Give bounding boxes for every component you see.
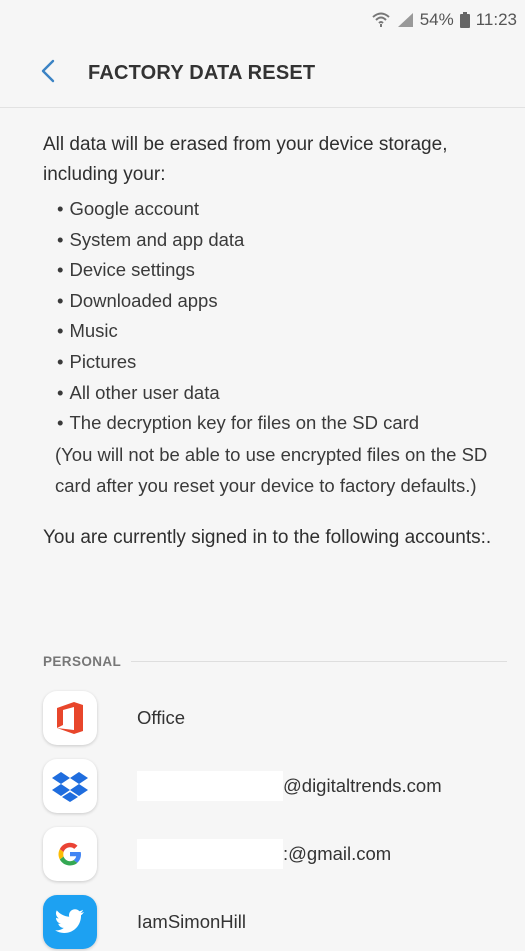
list-item: • Google account — [57, 198, 200, 219]
reset-description: All data will be erased from your device… — [43, 130, 503, 553]
list-item: • Pictures — [57, 350, 137, 372]
account-name: @digitaltrends.com — [137, 771, 442, 801]
redacted-text — [137, 771, 283, 801]
wifi-icon — [372, 12, 390, 28]
section-label: PERSONAL — [43, 654, 122, 669]
intro-text: All data will be erased from your device… — [43, 134, 448, 185]
app-bar: FACTORY DATA RESET — [0, 40, 525, 108]
list-item: • Music — [57, 320, 118, 342]
battery-icon — [459, 12, 470, 28]
list-item: • All other user data — [57, 381, 220, 403]
clock: 11:23 — [475, 10, 517, 29]
office-icon — [43, 691, 97, 745]
section-header-personal: PERSONAL — [43, 654, 507, 669]
list-item: • System and app data — [57, 228, 245, 250]
account-item-dropbox[interactable]: @digitaltrends.com — [43, 757, 513, 815]
list-item: • Device settings — [57, 259, 195, 281]
account-name: IamSimonHill — [137, 911, 246, 932]
signed-in-text: You are currently signed in to the follo… — [43, 526, 492, 548]
account-item-google[interactable]: :@gmail.com — [43, 825, 513, 883]
account-item-office[interactable]: Office — [43, 689, 513, 747]
google-icon — [43, 827, 97, 881]
chevron-left-icon — [41, 59, 55, 88]
battery-percent: 54% — [419, 10, 454, 29]
list-item: • The decryption key for files on the SD … — [57, 412, 420, 434]
twitter-icon — [43, 895, 97, 949]
dropbox-icon — [43, 759, 97, 813]
back-button[interactable] — [18, 40, 78, 108]
redacted-text — [137, 839, 283, 869]
status-bar: 54% 11:23 — [0, 0, 525, 40]
erased-items-list: • Google account • System and app data • De… — [43, 194, 503, 439]
account-item-twitter[interactable]: IamSimonHill — [43, 893, 513, 951]
sd-card-note: (You will not be able to use encrypted f… — [55, 443, 488, 496]
signal-icon — [396, 12, 414, 28]
account-name: Office — [137, 707, 185, 728]
divider — [131, 661, 507, 662]
account-name: :@gmail.com — [137, 839, 391, 869]
list-item: • Downloaded apps — [57, 289, 218, 311]
page-title: FACTORY DATA RESET — [88, 62, 316, 84]
